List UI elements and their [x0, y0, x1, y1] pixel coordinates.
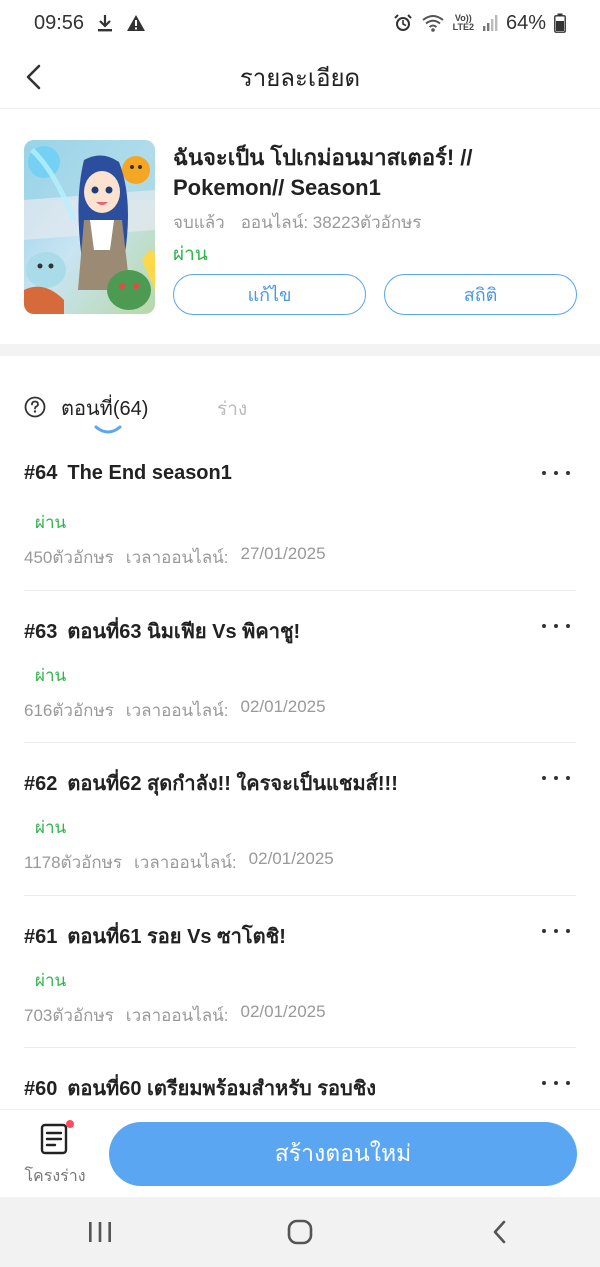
episode-meta: 1178ตัวอักษร เวลาออนไลน์: 02/01/2025: [24, 849, 334, 876]
warning-icon: [126, 14, 146, 32]
episode-number: #62: [24, 773, 58, 795]
more-options-icon[interactable]: [542, 617, 570, 635]
home-button[interactable]: [270, 1207, 330, 1257]
episode-online-label: เวลาออนไลน์:: [125, 548, 229, 567]
wifi-icon: [421, 13, 445, 33]
help-circle-icon[interactable]: [24, 396, 46, 418]
episode-meta: 450ตัวอักษร เวลาออนไลน์: 27/01/2025: [24, 544, 326, 571]
episode-meta: 703ตัวอักษร เวลาออนไลน์: 02/01/2025: [24, 1002, 326, 1029]
episode-date: 02/01/2025: [248, 849, 334, 868]
episode-meta: 616ตัวอักษร เวลาออนไลน์: 02/01/2025: [24, 697, 326, 724]
episode-date: 02/01/2025: [240, 1001, 326, 1021]
edit-button[interactable]: แก้ไข: [173, 274, 366, 315]
book-cover-image[interactable]: [24, 140, 155, 314]
episode-title: #60 ตอนที่60 เตรียมพร้อมสำหรับ รอบชิง: [24, 1072, 376, 1104]
episode-item[interactable]: #63 ตอนที่63 นิมเฟีย Vs พิคาชู! ผ่าน 616ต…: [24, 591, 576, 743]
episode-number: #61: [24, 925, 58, 948]
episode-title: #61 ตอนที่61 รอย Vs ซาโตชิ!: [24, 920, 286, 952]
episode-online-label: เวลาออนไลน์:: [125, 1005, 229, 1025]
alarm-icon: [393, 13, 413, 33]
tab-episodes[interactable]: ตอนที่(64): [61, 392, 148, 424]
recent-apps-icon: [89, 1222, 111, 1242]
back-button[interactable]: [18, 60, 50, 94]
episode-item[interactable]: #64 The End season1 ผ่าน 450ตัวอักษร เวลาอ…: [24, 438, 576, 591]
episode-status: ผ่าน: [35, 970, 67, 990]
status-time: 09:56: [34, 11, 85, 34]
statistics-button[interactable]: สถิติ: [384, 274, 577, 315]
episode-list: #64 The End season1 ผ่าน 450ตัวอักษร เวลาอ…: [0, 438, 600, 1110]
episode-title: #62 ตอนที่62 สุดกำลัง!! ใครจะเป็นแชมส์!!!: [24, 767, 398, 799]
episode-tabs: ตอนที่(64) ร่าง: [0, 378, 600, 438]
episode-item[interactable]: #62 ตอนที่62 สุดกำลัง!! ใครจะเป็นแชมส์!!!…: [24, 743, 576, 896]
episode-item[interactable]: #60 ตอนที่60 เตรียมพร้อมสำหรับ รอบชิง: [24, 1048, 576, 1110]
battery-icon: [554, 13, 566, 33]
status-right: Vo)) LTE2 64%: [393, 12, 566, 35]
approval-status: ผ่าน: [173, 244, 208, 265]
home-icon: [287, 1219, 313, 1245]
lte-indicator: Vo)) LTE2: [453, 14, 474, 32]
episode-number: #63: [24, 620, 58, 643]
signal-icon: [482, 14, 498, 32]
episode-status: ผ่าน: [35, 513, 67, 532]
outline-label: โครงร่าง: [24, 1168, 86, 1185]
episode-item[interactable]: #61 ตอนที่61 รอย Vs ซาโตชิ! ผ่าน 703ตัวอั…: [24, 896, 576, 1048]
outline-button[interactable]: โครงร่าง: [18, 1120, 92, 1192]
section-divider: [0, 344, 600, 356]
download-icon: [96, 13, 114, 33]
top-app-bar: รายละเอียด: [0, 46, 600, 109]
episode-chars: 616ตัวอักษร: [24, 700, 114, 720]
tab-drafts[interactable]: ร่าง: [217, 394, 247, 424]
active-tab-indicator: [94, 422, 122, 434]
episode-chars: 1178ตัวอักษร: [24, 853, 122, 872]
online-word-count: ออนไลน์: 38223ตัวอักษร: [240, 213, 422, 232]
page-title: รายละเอียด: [239, 64, 361, 92]
book-info-section: ฉันจะเป็น โปเกม่อนมาสเตอร์! // Pokemon//…: [0, 109, 600, 344]
episode-online-label: เวลาออนไลน์:: [133, 853, 237, 872]
book-meta: จบแล้ว ออนไลน์: 38223ตัวอักษร: [173, 209, 421, 236]
bottom-action-bar: โครงร่าง สร้างตอนใหม่: [0, 1109, 600, 1197]
system-navigation-bar: [0, 1197, 600, 1267]
episode-title: #64 The End season1: [24, 462, 232, 485]
episode-date: 27/01/2025: [240, 544, 326, 563]
episode-number: #60: [24, 1078, 58, 1100]
episode-name: The End season1: [67, 462, 232, 484]
status-bar: 09:56 Vo)) LTE2 64%: [0, 0, 600, 46]
episode-name: ตอนที่61 รอย Vs ซาโตชิ!: [67, 925, 286, 948]
episode-name: ตอนที่62 สุดกำลัง!! ใครจะเป็นแชมส์!!!: [67, 773, 398, 795]
status-left: 09:56: [34, 12, 146, 35]
chevron-left-icon: [26, 64, 41, 90]
episode-name: ตอนที่60 เตรียมพร้อมสำหรับ รอบชิง: [67, 1078, 377, 1100]
episode-chars: 450ตัวอักษร: [24, 548, 114, 567]
lte-label: LTE2: [452, 22, 474, 32]
episode-status: ผ่าน: [35, 665, 67, 685]
episode-status: ผ่าน: [35, 818, 67, 837]
back-icon: [493, 1220, 506, 1244]
episode-date: 02/01/2025: [240, 696, 326, 716]
more-options-icon[interactable]: [542, 464, 570, 482]
notification-dot: [66, 1120, 74, 1128]
completion-status: จบแล้ว: [173, 213, 225, 232]
recent-apps-button[interactable]: [70, 1207, 130, 1257]
system-back-button[interactable]: [470, 1207, 530, 1257]
document-list-icon: [39, 1120, 74, 1156]
create-episode-button[interactable]: สร้างตอนใหม่: [109, 1122, 577, 1186]
book-title: ฉันจะเป็น โปเกม่อนมาสเตอร์! // Pokemon//…: [173, 145, 473, 200]
episode-chars: 703ตัวอักษร: [24, 1005, 114, 1025]
more-options-icon[interactable]: [542, 769, 570, 787]
episode-name: ตอนที่63 นิมเฟีย Vs พิคาชู!: [67, 620, 301, 643]
episode-number: #64: [24, 462, 58, 484]
more-options-icon[interactable]: [542, 922, 570, 940]
episode-title: #63 ตอนที่63 นิมเฟีย Vs พิคาชู!: [24, 615, 300, 647]
more-options-icon[interactable]: [542, 1074, 570, 1092]
battery-percent: 64%: [505, 11, 546, 34]
episode-online-label: เวลาออนไลน์:: [125, 700, 229, 720]
